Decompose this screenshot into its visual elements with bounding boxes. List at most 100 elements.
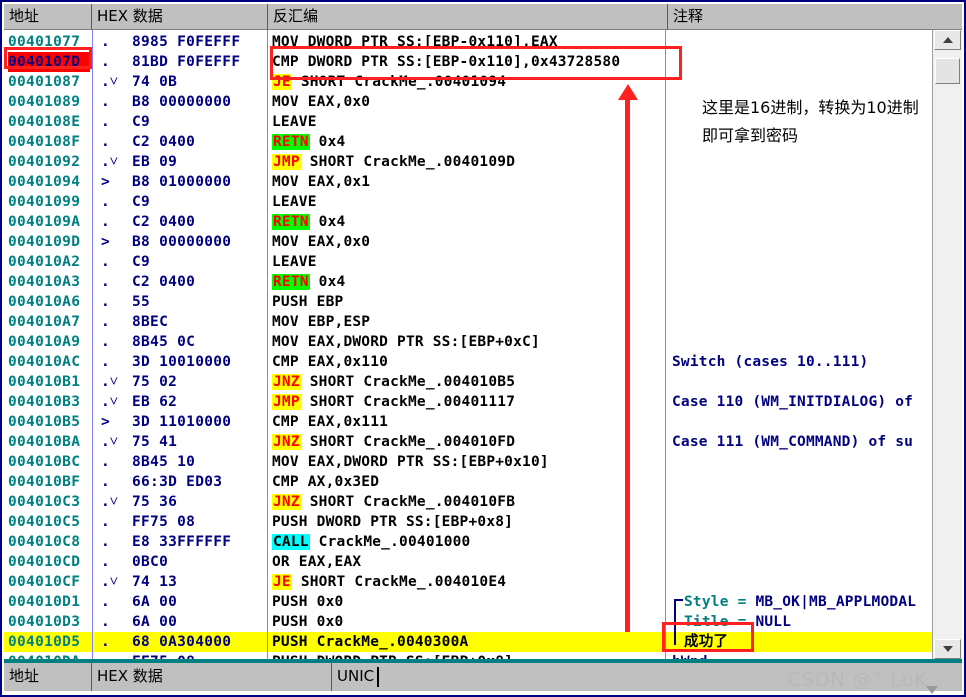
scrollbar-thumb[interactable] [935, 58, 960, 84]
row-address: 004010DA [8, 652, 90, 659]
row-comment: Case 110 (WM_INITDIALOG) of [672, 394, 914, 410]
disasm-row[interactable]: 004010CF .˅ 74 13 JE SHORT CrackMe_.004010E… [4, 572, 934, 592]
row-address: 00401087 [8, 74, 81, 90]
row-address: 004010BC [8, 454, 81, 470]
row-mnemonic: CALL [272, 534, 310, 550]
row-hex-bytes: 3D 10010000 [132, 354, 232, 370]
row-marker: . [101, 454, 110, 470]
row-address: 0040109D [8, 234, 81, 250]
disasm-row[interactable]: 004010BF. 66:3D ED03 CMP AX,0x3ED [4, 472, 934, 492]
disasm-row[interactable]: 004010A6. 55 PUSH EBP [4, 292, 934, 312]
disasm-row[interactable]: 004010D1. 6A 00 PUSH 0x0 Style = MB_OK|MB_A… [4, 592, 934, 612]
disasm-row[interactable]: 004010AC. 3D 10010000 CMP EAX,0x110 Switch … [4, 352, 934, 372]
comment-key: Title = [684, 614, 747, 630]
disasm-row[interactable]: 004010B5 >3D 11010000 CMP EAX,0x111 [4, 412, 934, 432]
comment-key: Style = [684, 594, 747, 610]
row-address: 004010C8 [8, 534, 81, 550]
disasm-row[interactable]: 0040109D > B8 00000000 MOV EAX,0x0 [4, 232, 934, 252]
column-header-disasm[interactable]: 反汇编 [268, 4, 668, 30]
row-address: 00401089 [8, 94, 81, 110]
disasm-row[interactable]: 004010B3 .˅ EB 62 JMP SHORT CrackMe_.004011… [4, 392, 934, 412]
row-hex-bytes: 8B45 10 [132, 454, 196, 470]
disasm-row[interactable]: 004010BA .˅ 75 41 JNZ SHORT CrackMe_.004010… [4, 432, 934, 452]
row-marker: . [101, 254, 110, 270]
row-mnemonic: JMP [272, 154, 301, 170]
row-address: 00401099 [8, 194, 81, 210]
dump-header-address[interactable]: 地址 [4, 663, 92, 691]
disasm-row[interactable]: 004010CD. 0BC0 OR EAX,EAX [4, 552, 934, 572]
row-mnemonic: JNZ [272, 434, 301, 450]
disasm-row[interactable]: 00401087 .˅ 74 0B JE SHORT CrackMe_.0040109… [4, 72, 934, 92]
row-mnemonic: RETN [272, 214, 310, 230]
row-address: 004010D3 [8, 614, 81, 630]
disasm-row[interactable]: 00401094 > B8 01000000 MOV EAX,0x1 [4, 172, 934, 192]
disasm-row[interactable]: 004010C3 .˅ 75 36 JNZ SHORT CrackMe_.004010… [4, 492, 934, 512]
csdn-watermark: CSDN @° LuK [787, 669, 928, 691]
column-header-hex[interactable]: HEX 数据 [92, 4, 268, 30]
scroll-down-button[interactable] [934, 639, 961, 659]
watermark-caret-icon [926, 686, 938, 694]
row-disassembly: LEAVE [272, 254, 317, 270]
column-header-comment[interactable]: 注释 [668, 4, 934, 30]
disasm-row[interactable]: 0040109A. C2 0400 RETN 0x4 [4, 212, 934, 232]
row-marker: . [101, 134, 110, 150]
disasm-row[interactable]: 004010D5. 68 0A304000 PUSH CrackMe_.004030… [4, 632, 934, 652]
row-marker: . [101, 194, 110, 210]
row-hex-bytes: 75 02 [132, 374, 178, 390]
annotation-note-text: 这里是16进制，转换为10进制 即可拿到密码 [702, 98, 919, 145]
column-divider-address [92, 30, 93, 659]
disasm-row[interactable]: 004010BC. 8B45 10 MOV EAX,DWORD PTR SS:[EB… [4, 452, 934, 472]
row-marker: . [101, 474, 110, 490]
disasm-row[interactable]: 004010A9. 8B45 0C MOV EAX,DWORD PTR SS:[EB… [4, 332, 934, 352]
row-marker: .˅ [101, 494, 118, 510]
disasm-row[interactable]: 004010A3. C2 0400 RETN 0x4 [4, 272, 934, 292]
row-hex-bytes: FF75 08 [132, 514, 196, 530]
row-operands: SHORT CrackMe_.004010FD [309, 434, 516, 450]
row-hex-bytes: 74 13 [132, 574, 178, 590]
row-marker: . [101, 354, 110, 370]
row-marker: . [101, 34, 110, 50]
row-address: 004010D1 [8, 594, 81, 610]
row-hex-bytes: B8 01000000 [132, 174, 232, 190]
dump-header-hex[interactable]: HEX 数据 [92, 663, 332, 691]
comment-value: MB_OK|MB_APPLMODAL [746, 594, 917, 610]
row-operands: SHORT CrackMe_.004010B5 [309, 374, 516, 390]
row-operands: SHORT CrackMe_.0040109D [309, 154, 516, 170]
row-mnemonic: JNZ [272, 374, 301, 390]
disasm-row[interactable]: 00401077. 8985 F0FEFFF MOV DWORD PTR SS:[E… [4, 32, 934, 52]
row-hex-bytes: 0BC0 [132, 554, 169, 570]
disasm-row[interactable]: 004010D3. 6A 00 PUSH 0x0 Title = NULL [4, 612, 934, 632]
row-marker: .˅ [101, 374, 118, 390]
row-marker: .˅ [101, 574, 118, 590]
row-hex-bytes: EB 09 [132, 154, 178, 170]
row-hex-bytes: 75 36 [132, 494, 178, 510]
row-disassembly: CMP AX,0x3ED [272, 474, 380, 490]
disasm-row[interactable]: 00401092 .˅ EB 09 JMP SHORT CrackMe_.004010… [4, 152, 934, 172]
vertical-scrollbar[interactable] [932, 30, 962, 659]
disasm-row[interactable]: 00401099. C9 LEAVE [4, 192, 934, 212]
disasm-row[interactable]: 004010C5. FF75 08 PUSH DWORD PTR SS:[EBP+0… [4, 512, 934, 532]
row-marker: . [101, 54, 110, 70]
row-operands: 0x4 [318, 214, 346, 230]
disasm-row[interactable]: 004010DA. FF75 08 PUSH DWORD PTR SS:[EBP+0… [4, 652, 934, 659]
row-mnemonic: JE [272, 74, 292, 90]
row-mnemonic: RETN [272, 274, 310, 290]
row-address: 0040108E [8, 114, 81, 130]
ollydbg-window: 地址 HEX 数据 反汇编 注释 00401077. 8985 F0FEFFF MO… [0, 0, 966, 697]
row-disassembly: LEAVE [272, 194, 317, 210]
row-operands: SHORT CrackMe_.00401117 [309, 394, 516, 410]
disasm-row[interactable]: 004010A2. C9 LEAVE [4, 252, 934, 272]
scroll-up-button[interactable] [934, 30, 961, 50]
disasm-row[interactable]: 0040107D. 81BD F0FEFFF CMP DWORD PTR SS:[E… [4, 52, 934, 72]
column-header-address[interactable]: 地址 [4, 4, 92, 30]
row-address: 0040109A [8, 214, 81, 230]
row-hex-bytes: 8B45 0C [132, 334, 196, 350]
row-address: 004010D5 [8, 634, 81, 650]
row-hex-bytes: 75 41 [132, 434, 178, 450]
row-hex-bytes: 8985 F0FEFFF [132, 34, 241, 50]
disasm-row[interactable]: 004010C8. E8 33FFFFFF CALL CrackMe_.004010… [4, 532, 934, 552]
row-hex-bytes: B8 00000000 [132, 234, 232, 250]
dump-header-resize-caret[interactable] [377, 667, 379, 687]
disasm-row[interactable]: 004010A7. 8BEC MOV EBP,ESP [4, 312, 934, 332]
disasm-row[interactable]: 004010B1 .˅ 75 02 JNZ SHORT CrackMe_.004010… [4, 372, 934, 392]
